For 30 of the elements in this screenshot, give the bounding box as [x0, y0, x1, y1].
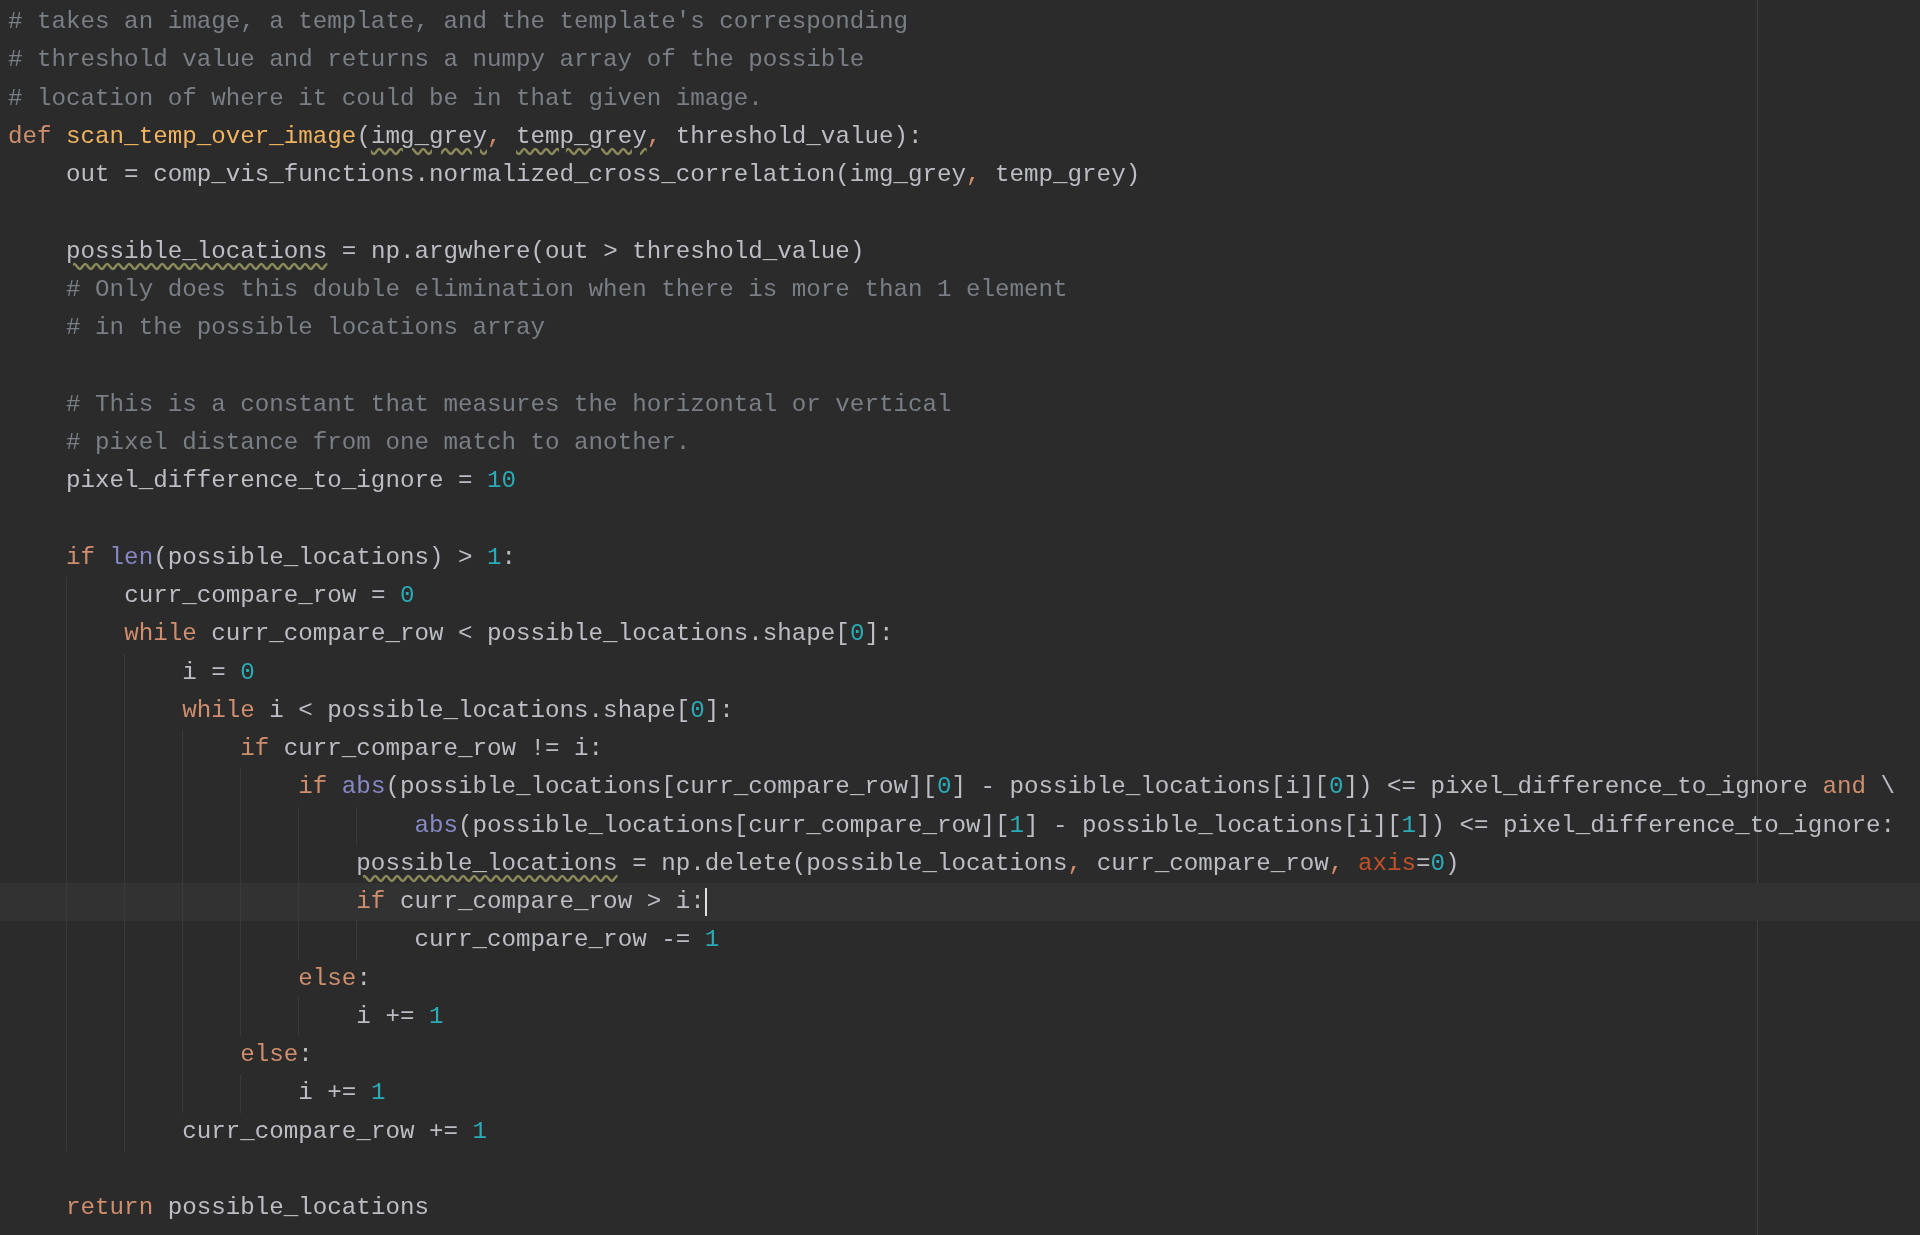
- code-line: curr_compare_row = 0: [123, 581, 415, 611]
- code-line: if curr_compare_row != i:: [239, 734, 604, 765]
- code-line: # takes an image, a template, and the template's corresponding: [8, 7, 908, 37]
- code-line: if len(possible_locations) > 1:: [65, 542, 517, 573]
- code-line: abs(possible_locations[curr_compare_row][1] - possible_locations[i][1]) <= pixel_difference_to_ignore:: [413, 810, 1895, 841]
- code-editor[interactable]: [0, 0, 1920, 1235]
- code-line: i = 0: [181, 657, 255, 688]
- code-line: # in the possible locations array: [65, 313, 546, 344]
- code-line: # threshold value and returns a numpy array of the possible: [8, 45, 865, 76]
- code-line: i += 1: [297, 1078, 386, 1109]
- code-line: possible_locations = np.argwhere(out > threshold_value): [65, 236, 865, 267]
- code-line: possible_locations = np.delete(possible_locations, curr_compare_row, axis=0): [355, 848, 1460, 879]
- code-line: curr_compare_row -= 1: [413, 925, 720, 956]
- code-line: while i < possible_locations.shape[0]:: [181, 695, 734, 726]
- code-line: else:: [239, 1040, 313, 1071]
- code-line: # Only does this double elimination when there is more than 1 element: [65, 274, 1068, 305]
- code-line: def scan_temp_over_image(img_grey, temp_grey, threshold_value):: [8, 121, 923, 152]
- code-line: i += 1: [355, 1001, 444, 1032]
- code-line: while curr_compare_row < possible_locations.shape[0]:: [123, 619, 894, 650]
- code-line: return possible_locations: [65, 1193, 429, 1224]
- code-line: # This is a constant that measures the horizontal or vertical: [65, 389, 952, 420]
- code-line: curr_compare_row += 1: [181, 1116, 487, 1147]
- text-cursor: [704, 887, 707, 916]
- code-line: # pixel distance from one match to another.: [65, 427, 691, 458]
- code-line: if abs(possible_locations[curr_compare_row][0] - possible_locations[i][0]) <= pixel_difference_to_ignore and \: [297, 772, 1895, 803]
- code-line: else:: [297, 963, 371, 994]
- code-line: pixel_difference_to_ignore = 10: [65, 466, 517, 497]
- code-line: out = comp_vis_functions.normalized_cross_correlation(img_grey, temp_grey): [65, 160, 1141, 191]
- code-line: if curr_compare_row > i:: [355, 886, 707, 918]
- code-line: # location of where it could be in that given image.: [8, 83, 763, 114]
